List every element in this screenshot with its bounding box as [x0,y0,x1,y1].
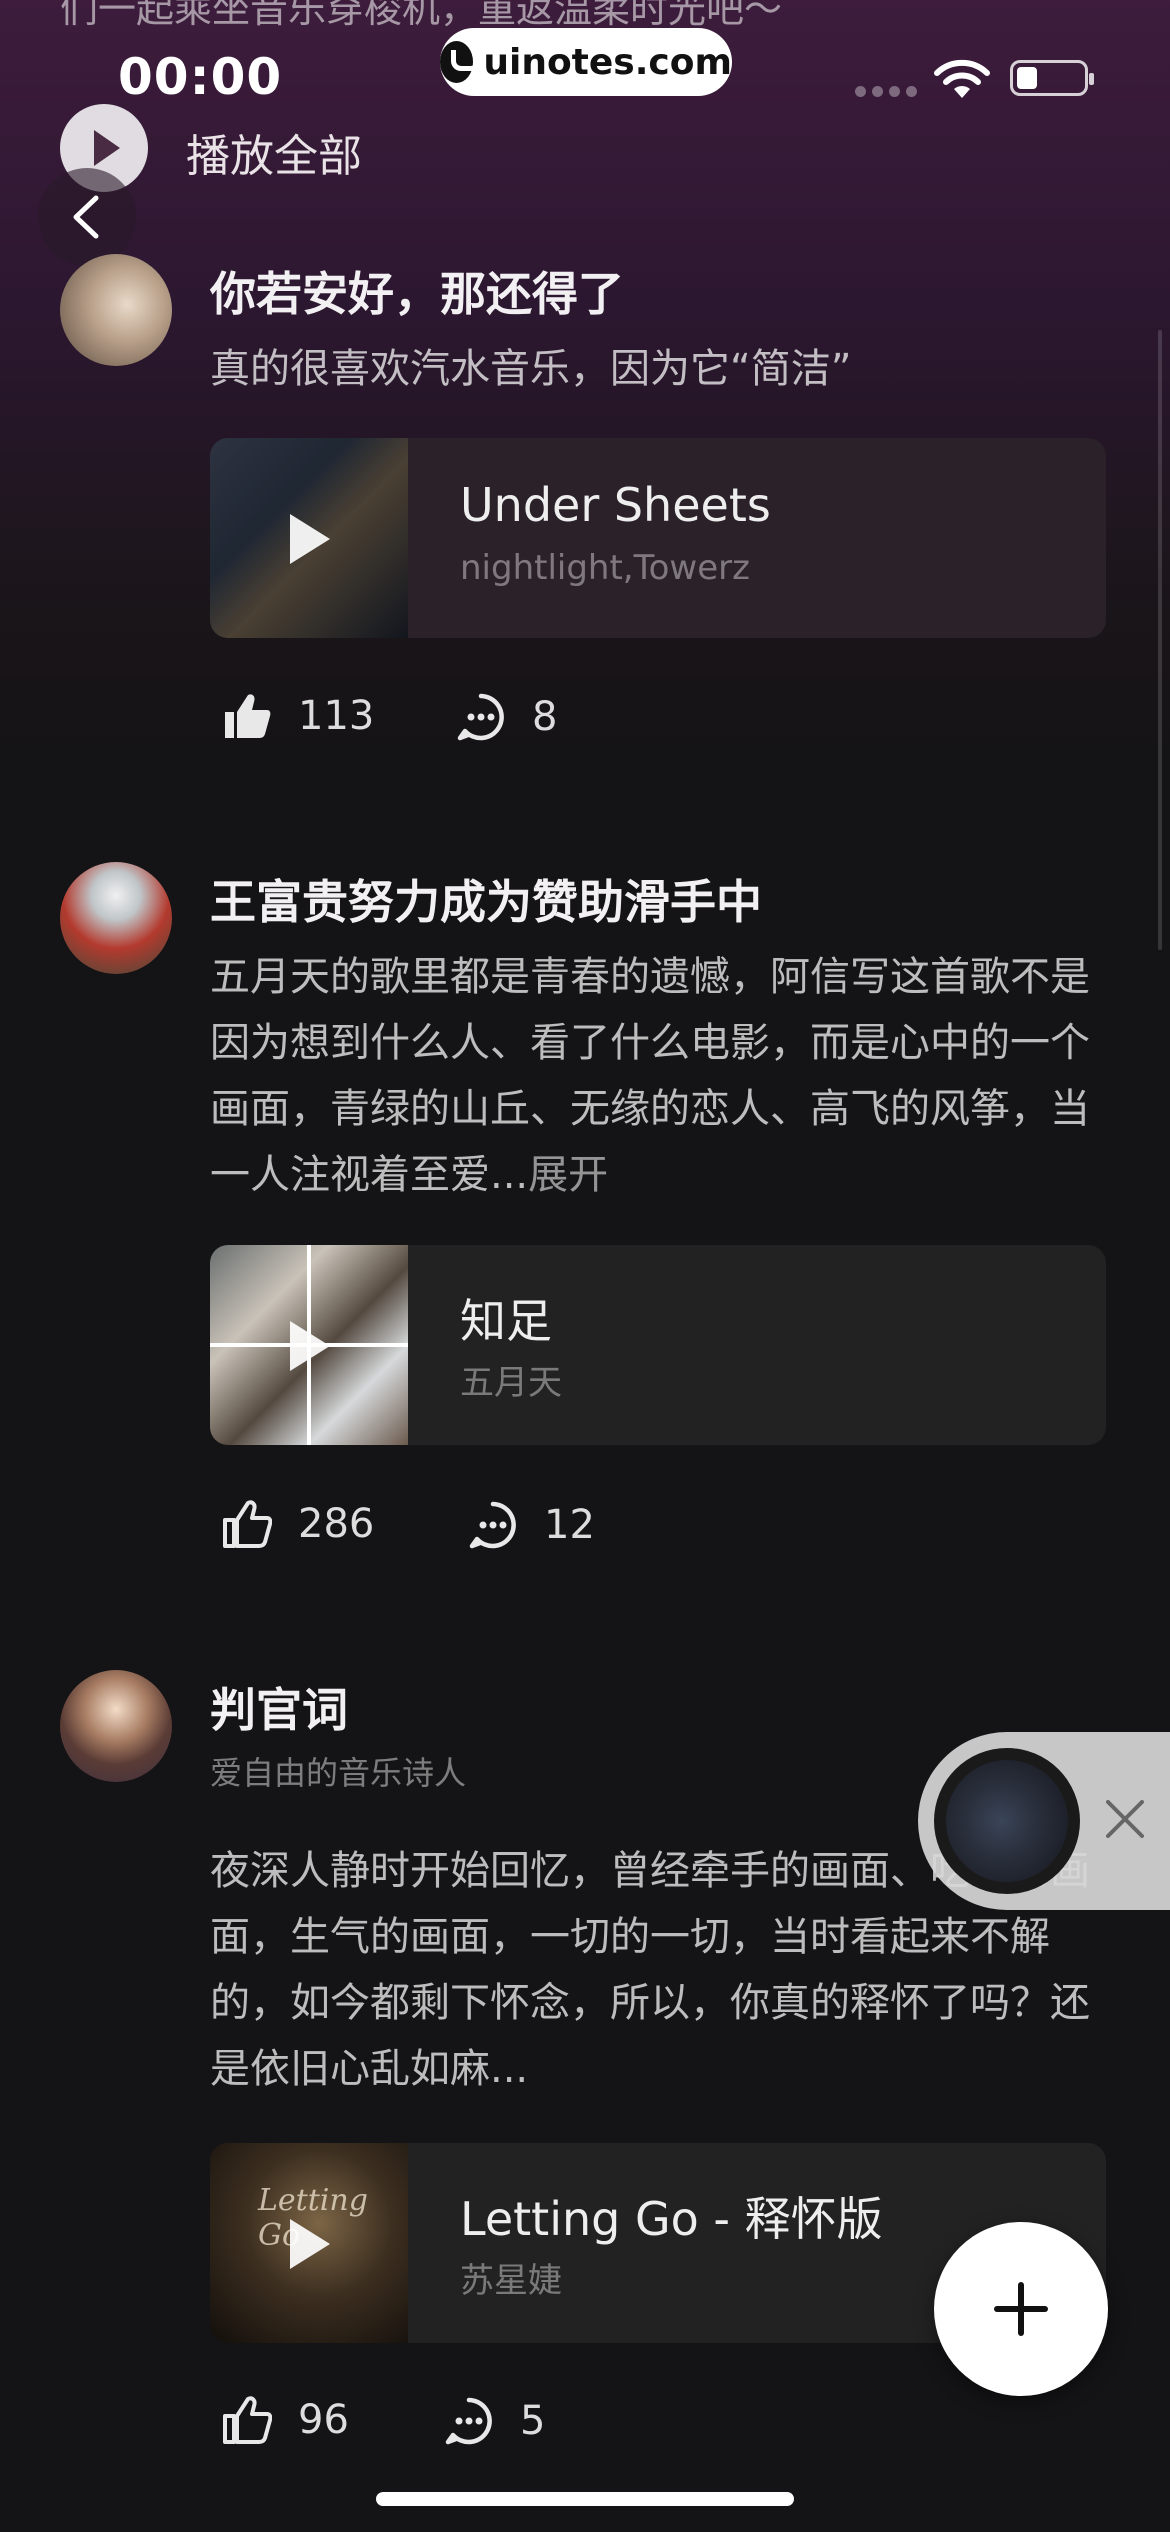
expand-link[interactable]: 展开 [528,1152,608,1198]
play-icon[interactable] [290,1321,330,1371]
floating-mini-player[interactable] [918,1732,1170,1910]
post-username[interactable]: 判官词 [210,1674,348,1740]
song-title: Under Sheets [460,478,771,532]
post-username[interactable]: 王富贵努力成为赞助滑手中 [210,866,762,932]
song-card[interactable]: 知足 五月天 [210,1245,1106,1445]
wifi-icon [934,59,990,98]
play-all-label[interactable]: 播放全部 [186,120,362,184]
post-text[interactable]: 五月天的歌里都是青春的遗憾，阿信写这首歌不是因为想到什么人、看了什么电影，而是心… [210,944,1090,1208]
avatar[interactable] [60,1670,172,1782]
play-icon[interactable] [290,2219,330,2269]
song-cover[interactable] [210,438,408,638]
comment-bubble-icon [457,693,504,741]
like-button[interactable]: 96 [222,2396,349,2444]
cellular-signal-icon [855,86,917,97]
mini-player-disc[interactable] [934,1748,1080,1894]
add-post-button[interactable] [934,2222,1108,2396]
battery-icon [1010,60,1094,96]
watermark-text: uinotes.com [483,41,732,83]
post-text[interactable]: 真的很喜欢汽水音乐，因为它“简洁” [210,336,1090,402]
like-button[interactable]: 113 [222,692,374,740]
song-cover[interactable] [210,1245,408,1445]
comment-bubble-icon [469,1501,516,1549]
song-artist: 五月天 [460,1363,562,1403]
song-card[interactable]: Under Sheets nightlight,Towerz [210,438,1106,638]
like-button[interactable]: 286 [222,1500,374,1548]
avatar[interactable] [60,862,172,974]
comment-button[interactable]: 12 [468,1500,595,1550]
close-icon[interactable] [1102,1796,1148,1842]
like-count: 96 [298,2397,349,2443]
watermark-logo-icon [440,41,482,83]
comment-count: 8 [532,694,558,740]
thumbs-up-icon [223,2396,272,2444]
thumbs-up-icon [223,1500,272,1548]
comment-button[interactable]: 8 [456,692,557,742]
home-indicator[interactable] [376,2492,794,2506]
user-signature: 爱自由的音乐诗人 [210,1754,467,1792]
avatar[interactable] [60,254,172,366]
watermark: uinotes.com [440,28,732,96]
song-cover[interactable]: Letting Go [210,2143,408,2343]
like-count: 113 [298,693,375,739]
comment-bubble-icon [445,2397,492,2445]
song-title: Letting Go - 释怀版 [460,2192,883,2246]
song-artist: 苏星婕 [460,2261,562,2301]
scrollbar[interactable] [1158,330,1162,950]
like-count: 286 [298,1501,375,1547]
play-icon[interactable] [290,514,330,564]
comment-count: 5 [520,2398,546,2444]
thumbs-up-icon [225,694,271,738]
song-title: 知足 [460,1294,552,1348]
cover-script-text: Letting Go [258,2183,368,2253]
comment-count: 12 [544,1502,595,1548]
back-button[interactable] [38,168,136,266]
song-artist: nightlight,Towerz [460,548,750,588]
status-time: 00:00 [118,48,283,106]
chevron-left-icon [73,195,99,239]
comment-button[interactable]: 5 [444,2396,545,2446]
post-username[interactable]: 你若安好，那还得了 [210,258,624,324]
